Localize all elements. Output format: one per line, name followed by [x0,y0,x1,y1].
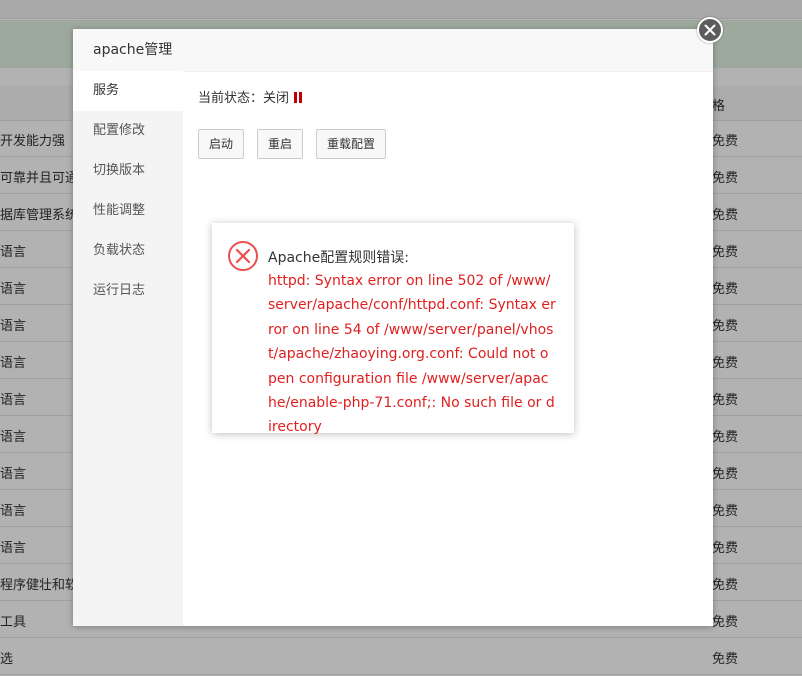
sidebar: 服务 配置修改 切换版本 性能调整 负载状态 运行日志 [73,71,183,626]
sidebar-item-config-edit[interactable]: 配置修改 [73,111,183,151]
error-circle-icon [228,241,258,271]
pause-icon [294,92,303,103]
service-buttons: 启动 重启 重载配置 [198,129,399,159]
start-button[interactable]: 启动 [198,129,245,159]
status-label: 当前状态：关闭 [198,91,290,106]
service-panel: 当前状态：关闭 启动 重启 重载配置 [198,89,399,159]
sidebar-item-service[interactable]: 服务 [73,71,183,111]
window-title: apache管理 [73,29,713,72]
sidebar-item-switch-version[interactable]: 切换版本 [73,151,183,191]
restart-button[interactable]: 重启 [257,129,304,159]
error-dialog: Apache配置规则错误: httpd: Syntax error on lin… [212,223,574,435]
reload-config-button[interactable]: 重载配置 [316,129,387,159]
error-title: Apache配置规则错误: [268,250,409,266]
sidebar-item-performance[interactable]: 性能调整 [73,191,183,231]
sidebar-item-run-log[interactable]: 运行日志 [73,271,183,311]
close-button[interactable] [697,17,723,43]
close-icon [704,24,716,36]
service-status: 当前状态：关闭 [198,89,399,109]
sidebar-item-load-status[interactable]: 负载状态 [73,231,183,271]
error-message: httpd: Syntax error on line 502 of /www/… [268,273,556,436]
